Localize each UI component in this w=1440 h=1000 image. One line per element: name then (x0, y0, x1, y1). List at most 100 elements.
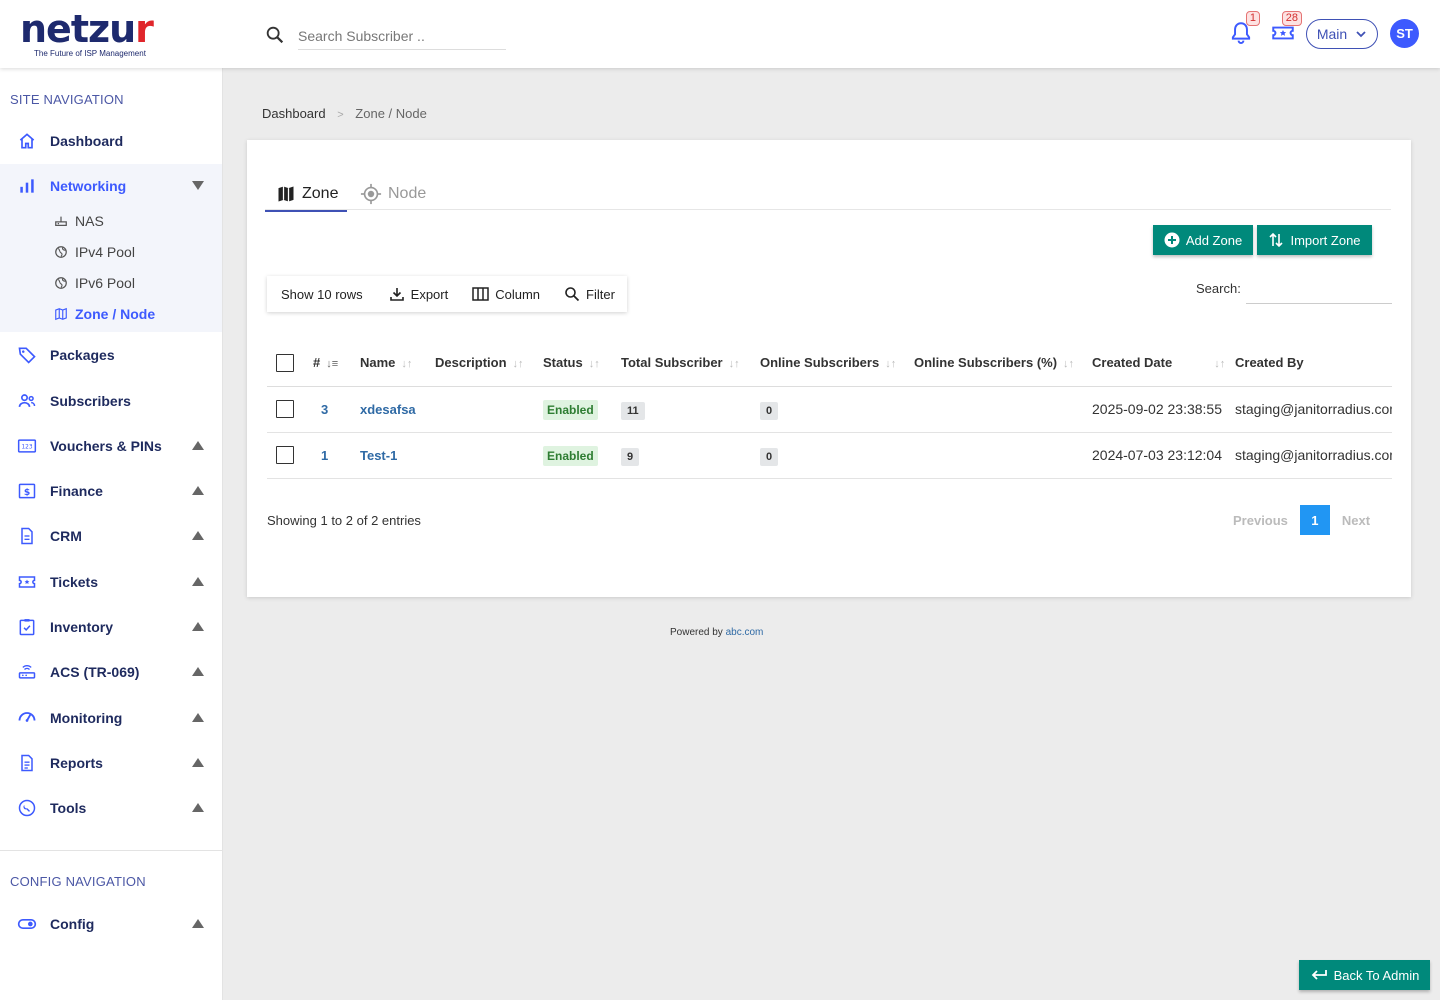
brand-name-accent: r (135, 7, 154, 51)
col-header-name[interactable]: Name ↓↑ (360, 340, 435, 387)
sidebar-subitem-label: IPv4 Pool (75, 244, 135, 260)
col-header-online-pct[interactable]: Online Subscribers (%) ↓↑ (914, 340, 1092, 387)
column-label: Column (495, 286, 541, 302)
sort-desc-icon: ↓≡ (326, 358, 339, 371)
notifications-button[interactable]: 1 (1228, 11, 1260, 48)
sidebar-item-label: Reports (50, 755, 103, 771)
sidebar-subitem-zone-node[interactable]: Zone / Node (0, 301, 222, 327)
export-button[interactable]: Export (377, 276, 461, 312)
sidebar-item-label: CRM (50, 528, 82, 544)
wrench-icon (18, 799, 36, 817)
table-row: 1 Test-1 Enabled 9 0 2024-07-03 23:12:04… (267, 432, 1392, 479)
router-icon (55, 216, 67, 226)
sidebar-item-packages[interactable]: Packages (0, 337, 222, 373)
tickets-button[interactable]: 28 (1270, 11, 1302, 48)
caret-up-icon (192, 919, 204, 928)
plus-circle-icon (1164, 232, 1180, 248)
row-created-by: staging@janitorradius.com (1235, 432, 1392, 479)
sidebar-item-inventory[interactable]: Inventory (0, 609, 222, 645)
col-header-created-by[interactable]: Created By (1235, 340, 1392, 387)
sidebar-item-label: Finance (50, 483, 103, 499)
caret-up-icon (192, 441, 204, 450)
row-name-link[interactable]: xdesafsa (360, 402, 416, 417)
site-nav-title: SITE NAVIGATION (10, 92, 124, 107)
sidebar-item-dashboard[interactable]: Dashboard (0, 123, 222, 159)
show-rows-button[interactable]: Show 10 rows (267, 276, 377, 312)
sidebar-item-subscribers[interactable]: Subscribers (0, 383, 222, 419)
sidebar-item-acs[interactable]: ACS (TR-069) (0, 654, 222, 690)
table-row: 3 xdesafsa Enabled 11 0 2025-09-02 23:38… (267, 386, 1392, 433)
brand-name: netzu (20, 7, 136, 51)
user-avatar[interactable]: ST (1390, 19, 1419, 48)
total-subscriber-badge: 9 (621, 447, 640, 466)
table-toolbar: Show 10 rows Export Column Filter (267, 276, 627, 312)
row-created-by: staging@janitorradius.com (1235, 386, 1392, 433)
return-arrow-icon (1311, 970, 1327, 980)
filter-button[interactable]: Filter (552, 276, 627, 312)
footer-link[interactable]: abc.com (726, 627, 764, 638)
caret-up-icon (192, 577, 204, 586)
sidebar-item-vouchers[interactable]: 123 Vouchers & PINs (0, 428, 222, 464)
back-to-admin-button[interactable]: Back To Admin (1299, 960, 1430, 990)
pagination-next[interactable]: Next (1342, 513, 1370, 528)
gauge-icon (18, 712, 36, 722)
pagination-previous[interactable]: Previous (1233, 513, 1288, 528)
add-zone-label: Add Zone (1185, 232, 1243, 248)
select-all-checkbox[interactable] (276, 353, 294, 372)
search-icon (266, 26, 284, 44)
ticket-icon (18, 576, 36, 588)
sidebar-item-monitoring[interactable]: Monitoring (0, 700, 222, 736)
sidebar-item-config[interactable]: Config (0, 906, 222, 942)
import-zone-label: Import Zone (1290, 232, 1361, 248)
sidebar-subitem-label: NAS (75, 213, 104, 229)
sidebar-subitem-ipv6-pool[interactable]: IPv6 Pool (0, 270, 222, 296)
row-checkbox[interactable] (276, 400, 294, 418)
sidebar-item-finance[interactable]: $ Finance (0, 473, 222, 509)
sidebar-item-tools[interactable]: Tools (0, 790, 222, 826)
caret-up-icon (192, 803, 204, 812)
col-header-online-subscribers[interactable]: Online Subscribers ↓↑ (760, 340, 914, 387)
sidebar-item-tickets[interactable]: Tickets (0, 564, 222, 600)
sort-icon: ↓↑ (1063, 358, 1075, 371)
import-zone-button[interactable]: Import Zone (1257, 225, 1372, 255)
sort-icon: ↓↑ (728, 358, 740, 371)
col-header-label: Status (543, 355, 583, 371)
search-input[interactable] (298, 22, 506, 50)
col-header-id[interactable]: # ↓≡ (313, 340, 360, 387)
sidebar-item-crm[interactable]: CRM (0, 518, 222, 554)
col-header-description[interactable]: Description ↓↑ (435, 340, 543, 387)
entries-summary: Showing 1 to 2 of 2 entries (267, 513, 421, 528)
row-checkbox[interactable] (276, 446, 294, 464)
sidebar-item-reports[interactable]: Reports (0, 745, 222, 781)
add-zone-button[interactable]: Add Zone (1153, 225, 1253, 255)
crosshair-icon (360, 183, 382, 205)
column-button[interactable]: Column (460, 276, 552, 312)
sidebar-item-label: Tools (50, 800, 87, 816)
sort-icon: ↓↑ (588, 358, 600, 371)
col-header-status[interactable]: Status ↓↑ (543, 340, 621, 387)
table-search-input[interactable] (1246, 274, 1392, 304)
brand-logo[interactable]: netzur The Future of ISP Management (20, 7, 154, 58)
table-header-row: # ↓≡ Name ↓↑ Description ↓↑ Status ↓↑ Total … (267, 340, 1392, 387)
tickets-count-badge: 28 (1281, 11, 1302, 26)
globe-icon (55, 246, 67, 258)
workspace-select[interactable]: Main (1306, 19, 1378, 49)
sidebar-subitem-ipv4-pool[interactable]: IPv4 Pool (0, 239, 222, 265)
sidebar-item-label: Packages (50, 347, 115, 363)
col-header-total-subscriber[interactable]: Total Subscriber ↓↑ (621, 340, 760, 387)
col-header-created-date[interactable]: Created Date ↓↑ (1092, 340, 1235, 387)
sidebar-item-networking[interactable]: Networking (0, 168, 222, 204)
row-id-link[interactable]: 1 (321, 448, 328, 463)
breadcrumb-root[interactable]: Dashboard (262, 106, 326, 121)
col-header-label: Online Subscribers (%) (914, 355, 1058, 371)
numbers-icon: 123 (17, 439, 37, 453)
sort-icon: ↓↑ (401, 358, 413, 371)
sort-icon: ↓↑ (1214, 358, 1226, 371)
col-header-label: Name (360, 355, 396, 371)
pagination-page-1[interactable]: 1 (1299, 505, 1330, 535)
row-name-link[interactable]: Test-1 (360, 448, 397, 463)
row-id-link[interactable]: 3 (321, 402, 328, 417)
sidebar-subitem-nas[interactable]: NAS (0, 208, 222, 234)
tab-zone[interactable]: Zone (265, 178, 347, 212)
tab-node[interactable]: Node (360, 178, 426, 210)
